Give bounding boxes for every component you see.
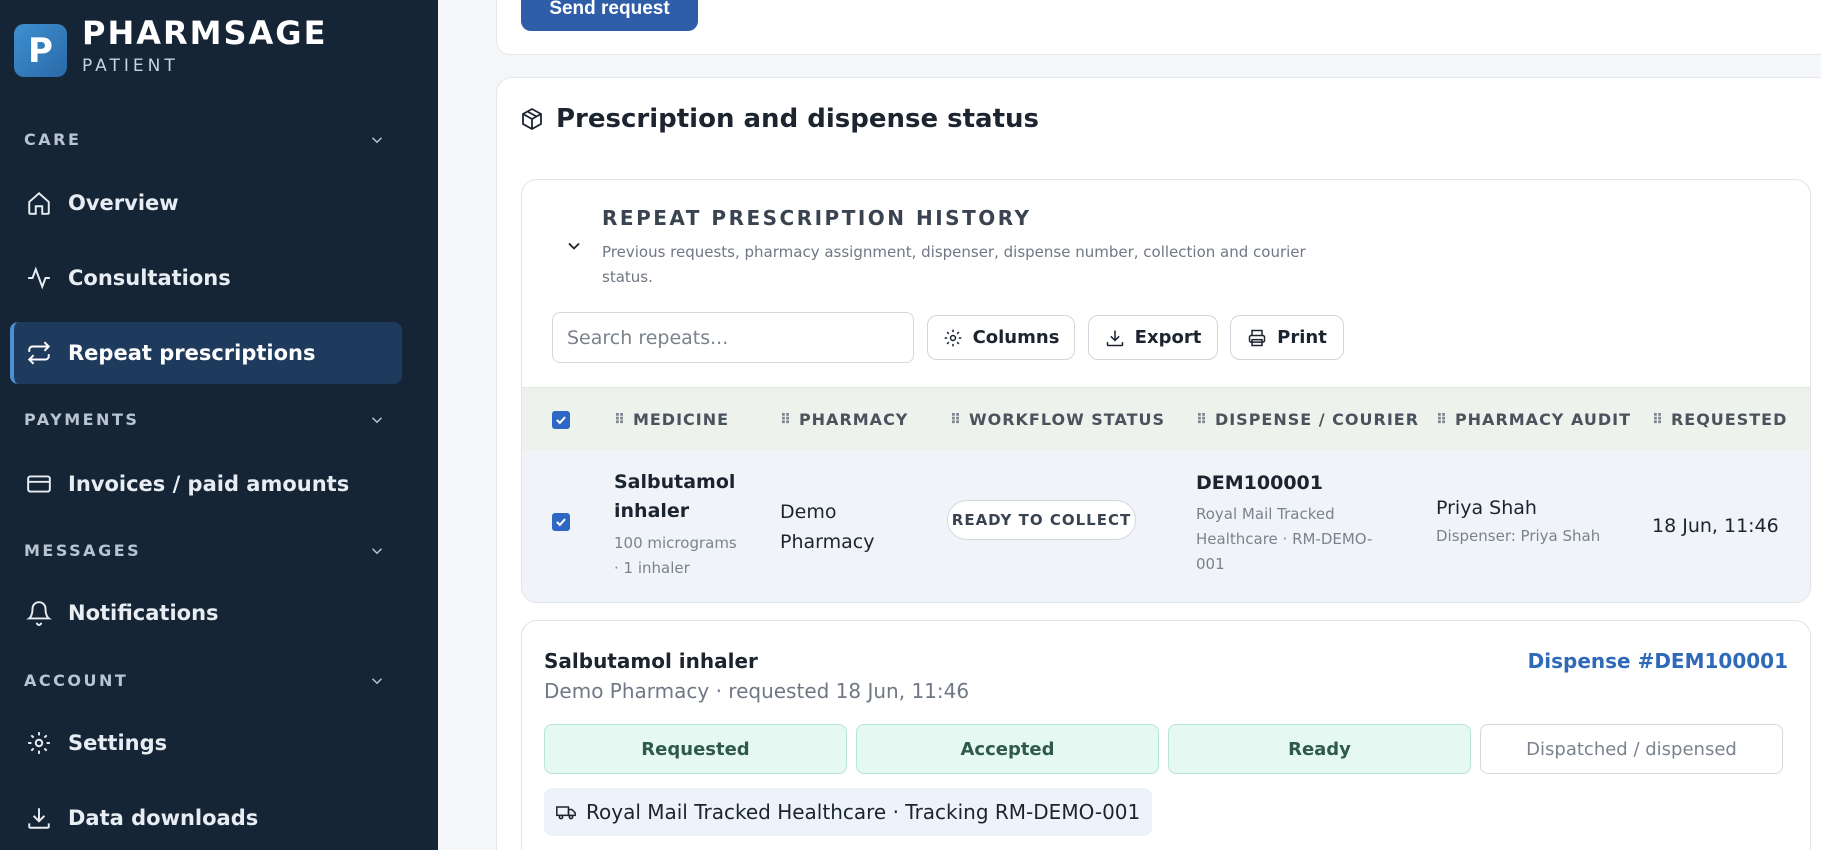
activity-icon [28, 266, 50, 290]
courier-detail: Royal Mail Tracked Healthcare · RM-DEMO-… [1196, 505, 1373, 573]
sidebar-item-label: Repeat prescriptions [68, 341, 316, 365]
row-checkbox[interactable] [552, 513, 570, 531]
sidebar-item-settings[interactable]: Settings [10, 712, 402, 774]
table-row[interactable]: Salbutamol inhaler 100 micrograms · 1 in… [522, 450, 1810, 602]
brand-name: PHARMSAGE [82, 14, 328, 52]
download-icon [28, 808, 50, 829]
sidebar-item-label: Invoices / paid amounts [68, 472, 350, 496]
column-header-pharmacy-audit[interactable]: ⠿ PHARMACY AUDIT [1436, 388, 1631, 451]
columns-button[interactable]: Columns [927, 315, 1075, 360]
sidebar-item-repeat-prescriptions[interactable]: Repeat prescriptions [10, 322, 402, 384]
section-messages[interactable]: MESSAGES [24, 541, 386, 560]
audit-name: Priya Shah [1436, 497, 1537, 519]
sidebar-item-overview[interactable]: Overview [10, 172, 402, 234]
pharmacy-name: Demo Pharmacy [780, 501, 875, 553]
select-all-checkbox[interactable] [552, 388, 570, 451]
section-account[interactable]: ACCOUNT [24, 671, 386, 690]
package-icon [522, 107, 542, 131]
step-accepted: Accepted [856, 724, 1159, 774]
history-description: Previous requests, pharmacy assignment, … [602, 243, 1306, 286]
history-title: REPEAT PRESCRIPTION HISTORY [602, 206, 1032, 230]
sidebar-item-label: Consultations [68, 266, 231, 290]
download-icon [1106, 330, 1123, 346]
brand[interactable]: P PHARMSAGE PATIENT [14, 16, 327, 86]
sidebar-item-label: Notifications [68, 601, 219, 625]
section-care[interactable]: CARE [24, 130, 386, 149]
logo-icon: P [14, 24, 67, 77]
print-button[interactable]: Print [1230, 315, 1344, 360]
bell-icon [26, 601, 52, 626]
step-dispatched: Dispatched / dispensed [1480, 724, 1783, 774]
chevron-down-icon [371, 677, 383, 684]
sidebar-item-label: Settings [68, 731, 168, 755]
sidebar-item-data-downloads[interactable]: Data downloads [10, 787, 402, 849]
chevron-down-icon [371, 416, 383, 423]
dispense-medicine: Salbutamol inhaler [544, 649, 758, 673]
column-header-pharmacy[interactable]: ⠿ PHARMACY [780, 388, 908, 451]
table-header: ⠿ MEDICINE ⠿ PHARMACY ⠿ WORKFLOW STATUS ⠿ DI… [522, 387, 1810, 451]
chevron-down-icon[interactable] [564, 236, 584, 256]
chevron-down-icon [371, 136, 383, 143]
sidebar-item-notifications[interactable]: Notifications [10, 582, 402, 644]
repeat-history-card: REPEAT PRESCRIPTION HISTORY Previous req… [521, 179, 1811, 603]
sidebar-item-consultations[interactable]: Consultations [10, 247, 402, 309]
medicine-name: Salbutamol inhaler [614, 471, 736, 522]
chevron-down-icon [371, 547, 383, 554]
sidebar-item-label: Overview [68, 191, 179, 215]
column-header-medicine[interactable]: ⠿ MEDICINE [614, 388, 729, 451]
column-header-requested[interactable]: ⠿ REQUESTED [1652, 388, 1787, 451]
gear-icon [28, 732, 50, 754]
dispense-card: Salbutamol inhaler Dispense #DEM100001 D… [521, 620, 1811, 850]
home-icon [28, 191, 50, 215]
medicine-detail: 100 micrograms · 1 inhaler [614, 534, 737, 577]
printer-icon [1248, 329, 1266, 346]
step-requested: Requested [544, 724, 847, 774]
gear-icon [944, 329, 961, 346]
courier-tracking[interactable]: Royal Mail Tracked Healthcare · Tracking… [544, 788, 1153, 836]
sidebar: P PHARMSAGE PATIENT CARE Overview Consul… [0, 0, 438, 850]
sidebar-item-invoices[interactable]: Invoices / paid amounts [10, 453, 402, 515]
credit-card-icon [27, 475, 51, 493]
main-content: Send request Prescription and dispense s… [438, 0, 1821, 850]
sidebar-item-label: Data downloads [68, 806, 259, 830]
export-button[interactable]: Export [1088, 315, 1218, 360]
brand-subtitle: PATIENT [82, 56, 179, 76]
column-header-workflow-status[interactable]: ⠿ WORKFLOW STATUS [950, 388, 1165, 451]
truck-icon [556, 806, 576, 820]
column-header-dispense-courier[interactable]: ⠿ DISPENSE / COURIER [1196, 388, 1419, 451]
step-ready: Ready [1168, 724, 1471, 774]
repeat-icon [27, 341, 51, 365]
section-title: Prescription and dispense status [520, 104, 1039, 134]
dispense-number[interactable]: DEM100001 [1196, 470, 1396, 496]
send-request-button[interactable]: Send request [521, 0, 698, 31]
section-payments[interactable]: PAYMENTS [24, 410, 386, 429]
dispense-subtitle: Demo Pharmacy · requested 18 Jun, 11:46 [544, 679, 970, 703]
search-input[interactable] [552, 312, 914, 363]
audit-detail: Dispenser: Priya Shah [1436, 527, 1601, 545]
status-badge: READY TO COLLECT [947, 500, 1136, 540]
requested-date: 18 Jun, 11:46 [1652, 515, 1779, 537]
dispense-number-link[interactable]: Dispense #DEM100001 [1528, 649, 1788, 673]
